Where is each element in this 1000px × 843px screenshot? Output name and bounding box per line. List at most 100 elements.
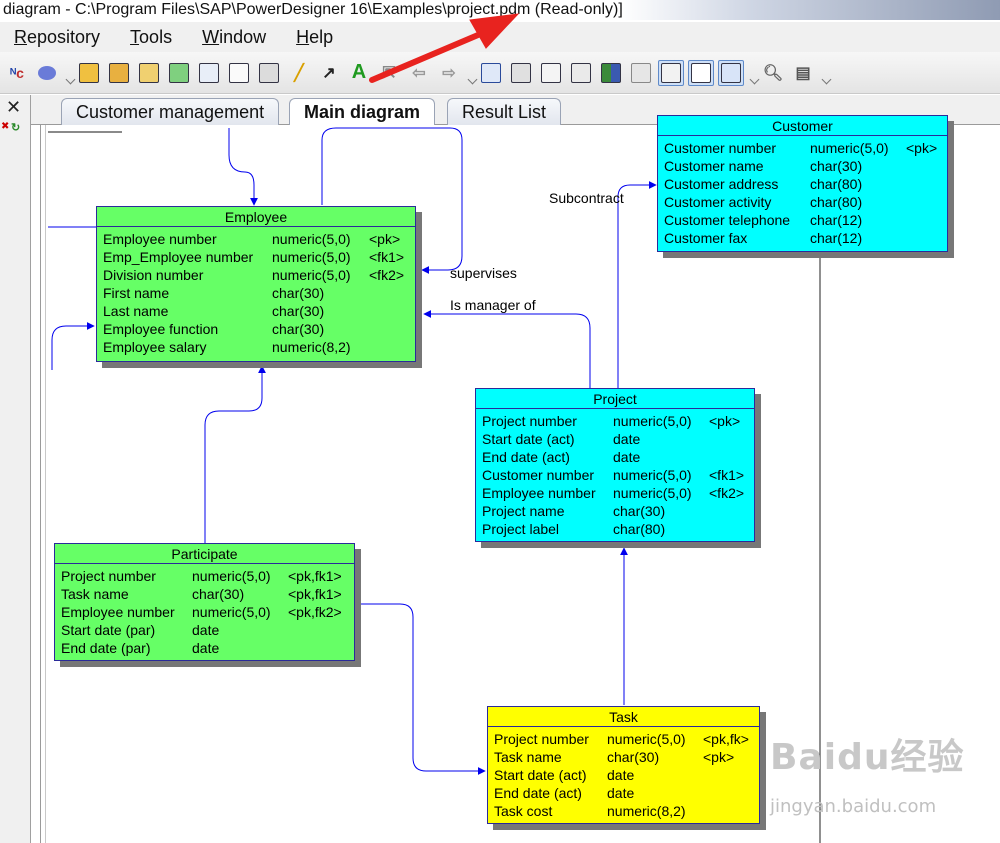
label-supervises[interactable]: supervises [450, 265, 517, 281]
entity-employee[interactable]: Employee Employee number numeric(5,0) <pk>… [96, 206, 416, 362]
table-row: Division number numeric(5,0) <fk2> [103, 266, 409, 284]
check-model-icon[interactable]: ᴺc [4, 60, 30, 86]
forward-icon[interactable]: ⇨ [436, 60, 462, 86]
table-row: First name char(30) [103, 284, 409, 302]
entity-project[interactable]: Project Project number numeric(5,0) <pk> S… [475, 388, 755, 542]
export-icon[interactable]: ⇱ [376, 60, 402, 86]
label-subcontract[interactable]: Subcontract [549, 190, 624, 206]
entity-customer-rows: Customer number numeric(5,0) <pk> Customer… [658, 136, 947, 249]
column-type: char(30) [272, 321, 325, 337]
column-type: numeric(5,0) [810, 140, 889, 156]
generate-icon[interactable] [136, 60, 162, 86]
tab-customer-management[interactable]: Customer management [61, 98, 280, 125]
column-type: numeric(5,0) [192, 604, 271, 620]
grayed-icon[interactable] [628, 60, 654, 86]
column-key: <pk> [906, 140, 938, 156]
column-name: Customer fax [664, 230, 748, 246]
column-type: date [607, 785, 635, 801]
table-row: Project number numeric(5,0) <pk> [482, 412, 748, 430]
find-icon[interactable] [658, 59, 684, 86]
menu-help[interactable]: Help [292, 27, 337, 48]
comment-icon[interactable] [688, 59, 714, 86]
entity-participate[interactable]: Participate Project number numeric(5,0) <p… [54, 543, 355, 661]
toolbar-separator [748, 58, 756, 88]
back-icon[interactable]: ⇦ [406, 60, 432, 86]
sync-icon[interactable]: ↻ [11, 121, 20, 134]
table-row: Project label char(80) [482, 520, 748, 538]
tab-result-list[interactable]: Result List [447, 98, 562, 125]
text-box-icon[interactable] [256, 60, 282, 86]
column-key: <fk1> [369, 249, 405, 265]
column-name: Last name [103, 303, 169, 319]
column-name: Employee salary [103, 339, 207, 355]
column-name: Employee number [61, 604, 175, 620]
label-is-manager-of[interactable]: Is manager of [450, 297, 536, 313]
delete-icon[interactable]: ✖ [1, 121, 9, 132]
toolbar-separator [820, 58, 828, 88]
menu-window-mnemonic: W [202, 26, 220, 47]
column-type: char(80) [810, 194, 863, 210]
column-type: numeric(8,2) [272, 339, 351, 355]
column-type: char(80) [810, 176, 863, 192]
column-name: Project number [494, 731, 589, 747]
pencil-icon[interactable]: ╱ [286, 60, 312, 86]
table-row: Customer number numeric(5,0) <pk> [664, 139, 941, 157]
connect-icon[interactable] [34, 60, 60, 86]
window-title: diagram - C:\Program Files\SAP\PowerDesi… [0, 0, 1000, 20]
table-row: Customer activity char(80) [664, 193, 941, 211]
open-icon[interactable] [106, 60, 132, 86]
text-tool-icon[interactable]: A [346, 60, 372, 86]
column-type: numeric(5,0) [272, 267, 351, 283]
menu-repository[interactable]: Repository [10, 27, 104, 48]
entity-task[interactable]: Task Project number numeric(5,0) <pk,fk> T… [487, 706, 760, 824]
table-row: Last name char(30) [103, 302, 409, 320]
column-key: <pk> [703, 749, 735, 765]
square-icon[interactable] [226, 60, 252, 86]
table-row: Customer name char(30) [664, 157, 941, 175]
page-icon[interactable] [538, 60, 564, 86]
table-row: Employee number numeric(5,0) <pk,fk2> [61, 603, 348, 621]
menu-help-label: elp [309, 26, 334, 47]
column-type: char(30) [272, 285, 325, 301]
list-icon[interactable] [718, 59, 744, 86]
color-grid-icon[interactable] [598, 60, 624, 86]
close-icon[interactable]: ✕ [6, 97, 21, 118]
check-icon[interactable] [196, 60, 222, 86]
column-name: First name [103, 285, 170, 301]
column-type: numeric(5,0) [613, 467, 692, 483]
table-icon[interactable] [478, 60, 504, 86]
line-tool-icon[interactable]: ↗ [316, 60, 342, 86]
menu-tools[interactable]: Tools [126, 27, 176, 48]
new-model-icon[interactable] [76, 60, 102, 86]
view-icon[interactable] [508, 60, 534, 86]
print-preview-icon[interactable]: 🔍︎ [760, 60, 786, 86]
entity-customer[interactable]: Customer Customer number numeric(5,0) <pk>… [657, 115, 948, 252]
entity-task-rows: Project number numeric(5,0) <pk,fk> Task n… [488, 727, 759, 822]
column-name: Project label [482, 521, 560, 537]
watermark-url: jingyan.baidu.com [770, 796, 937, 817]
column-name: Task name [61, 586, 129, 602]
canvas-left-border [40, 125, 46, 843]
table-row: Customer fax char(12) [664, 229, 941, 247]
menu-window[interactable]: Window [198, 27, 270, 48]
refresh-icon[interactable] [166, 60, 192, 86]
print-icon[interactable]: ▤ [790, 60, 816, 86]
table-row: Customer address char(80) [664, 175, 941, 193]
tab-main-diagram[interactable]: Main diagram [289, 98, 436, 126]
watermark-logo: Baidu经验 [770, 737, 965, 778]
table-row: End date (act) date [482, 448, 748, 466]
columns-icon[interactable] [568, 60, 594, 86]
column-name: Emp_Employee number [103, 249, 254, 265]
column-name: Task cost [494, 803, 553, 819]
column-type: char(12) [810, 230, 863, 246]
table-row: End date (par) date [61, 639, 348, 657]
column-key: <fk2> [369, 267, 405, 283]
toolbar-separator [466, 58, 474, 88]
column-type: char(30) [613, 503, 666, 519]
column-key: <fk1> [709, 467, 745, 483]
entity-customer-title: Customer [658, 116, 947, 136]
column-type: numeric(5,0) [272, 231, 351, 247]
menu-help-mnemonic: H [296, 26, 310, 47]
table-row: Start date (act) date [482, 430, 748, 448]
column-type: numeric(8,2) [607, 803, 686, 819]
